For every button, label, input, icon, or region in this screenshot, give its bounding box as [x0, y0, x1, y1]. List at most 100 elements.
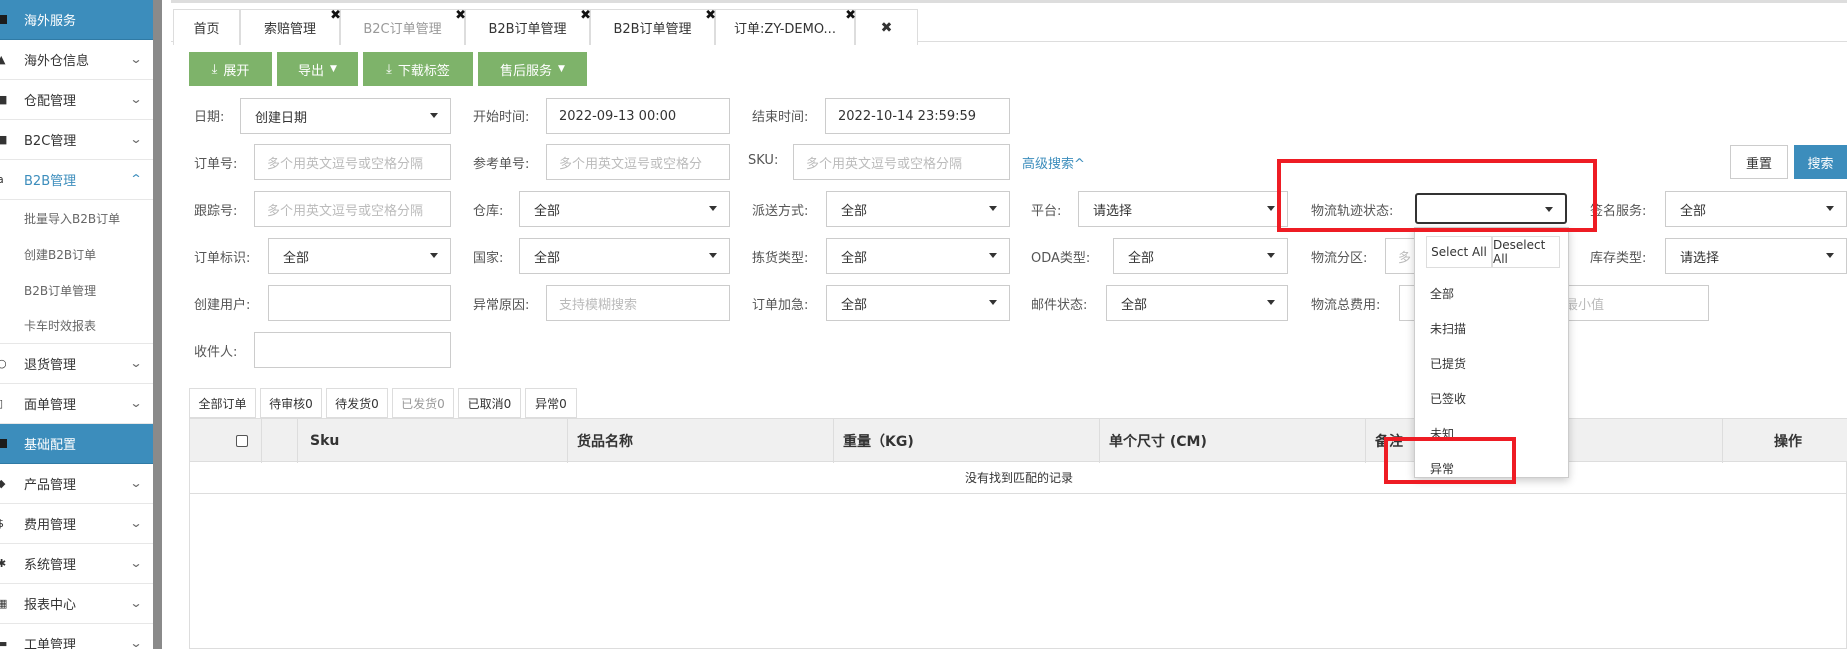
tab-b2c-orders[interactable]: B2C订单管理 ✖ — [340, 8, 466, 45]
header-product-name[interactable]: 货品名称 — [577, 419, 633, 463]
sku-input[interactable]: 多个用英文逗号或空格分隔 — [793, 144, 1010, 180]
start-time-input[interactable]: 2022-09-13 00:00 — [546, 98, 730, 134]
sidebar-item-products[interactable]: ◆ 产品管理 ⌄ — [0, 464, 153, 504]
export-button[interactable]: 导出 ▼ — [277, 52, 358, 86]
expand-button[interactable]: ⤓ 展开 — [189, 52, 272, 86]
sidebar-subitem-label: B2B订单管理 — [24, 283, 97, 298]
sidebar-item-reports[interactable]: ▦ 报表中心 ⌄ — [0, 584, 153, 624]
sidebar-item-label: 产品管理 — [24, 478, 77, 493]
sidebar-subitem-create-b2b[interactable]: 创建B2B订单 — [0, 236, 153, 272]
sidebar-item-b2b[interactable]: a B2B管理 ⌃ — [0, 160, 153, 200]
empty-text: 没有找到匹配的记录 — [964, 471, 1073, 485]
search-button[interactable]: 搜索 — [1794, 145, 1847, 179]
sidebar-item-returns[interactable]: ○ 退货管理 ⌄ — [0, 344, 153, 384]
select-all-checkbox[interactable] — [236, 419, 248, 463]
sidebar-item-tickets[interactable]: ▬ 工单管理 ⌄ — [0, 624, 153, 649]
sidebar-subitem-import-b2b[interactable]: 批量导入B2B订单 — [0, 200, 153, 236]
chevron-down-icon: ⌄ — [129, 636, 143, 649]
caret-down-icon — [709, 253, 717, 258]
sign-service-select[interactable]: 全部 — [1665, 191, 1847, 227]
caret-down-icon — [430, 253, 438, 258]
tab-label: B2B订单管理 — [613, 22, 692, 37]
select-all-button[interactable]: Select All — [1426, 236, 1492, 268]
header-sku[interactable]: Sku — [310, 419, 339, 463]
caret-down-icon — [1267, 206, 1275, 211]
tab-pending-shipment[interactable]: 待发货0 — [326, 388, 388, 418]
mail-status-select[interactable]: 全部 — [1106, 285, 1288, 321]
tab-exception[interactable]: 异常0 — [525, 388, 577, 418]
after-sales-button[interactable]: 售后服务 ▼ — [478, 52, 587, 86]
country-label: 国家: — [473, 251, 504, 266]
exception-reason-input[interactable]: 支持模糊搜索 — [546, 285, 730, 321]
deselect-all-button[interactable]: Deselect All — [1492, 236, 1560, 268]
close-all-tabs-button[interactable]: ✖ — [855, 9, 918, 45]
sidebar-item-system[interactable]: ✱ 系统管理 ⌄ — [0, 544, 153, 584]
tab-b2b-orders[interactable]: B2B订单管理 ✖ — [465, 8, 591, 45]
chevron-down-icon: ⌄ — [129, 556, 143, 570]
tab-claims[interactable]: 索赔管理 ✖ — [240, 8, 341, 45]
order-flag-label: 订单标识: — [194, 251, 251, 266]
sidebar-item-b2c[interactable]: ■ B2C管理 ⌄ — [0, 120, 153, 160]
table-header: Sku 货品名称 重量（KG) 单个尺寸 (CM) 备注 操作 — [190, 418, 1847, 463]
tab-order-detail[interactable]: 订单:ZY-DEMO... ✖ — [715, 8, 856, 45]
sidebar-section-overseas[interactable]: 海外服务 — [0, 0, 153, 40]
sidebar-item-label: 海外仓信息 — [24, 54, 90, 69]
sidebar-item-fulfillment[interactable]: ■ 仓配管理 ⌄ — [0, 80, 153, 120]
sidebar-subitem-truck-report[interactable]: 卡车时效报表 — [0, 308, 153, 344]
reset-button-label: 重置 — [1745, 156, 1772, 172]
tab-all-orders[interactable]: 全部订单 — [189, 388, 256, 418]
ref-no-input[interactable]: 多个用英文逗号或空格分 — [546, 144, 730, 180]
option-not-scanned[interactable]: 未扫描 — [1430, 320, 1466, 337]
caret-down-icon — [1267, 300, 1275, 305]
sidebar-item-fees[interactable]: $ 费用管理 ⌄ — [0, 504, 153, 544]
sidebar-item-label: 工单管理 — [24, 638, 77, 649]
urgent-select[interactable]: 全部 — [826, 285, 1010, 321]
tab-shipped[interactable]: 已发货0 — [392, 388, 454, 418]
date-type-select[interactable]: 创建日期 — [240, 98, 451, 134]
receiver-input[interactable] — [254, 332, 451, 368]
delivery-select[interactable]: 全部 — [826, 191, 1010, 227]
tab-pending-review[interactable]: 待审核0 — [260, 388, 322, 418]
tab-home[interactable]: 首页 — [173, 9, 240, 45]
column-divider — [1099, 419, 1100, 463]
sidebar-section-basic[interactable]: 基础配置 — [0, 424, 153, 464]
creator-input[interactable] — [268, 285, 451, 321]
tab-cancelled[interactable]: 已取消0 — [458, 388, 521, 418]
option-all[interactable]: 全部 — [1430, 285, 1454, 302]
option-signed[interactable]: 已签收 — [1430, 390, 1466, 407]
sidebar-item-labels[interactable]: ▯ 面单管理 ⌄ — [0, 384, 153, 424]
exception-reason-label: 异常原因: — [473, 298, 530, 313]
sidebar-item-label: 报表中心 — [24, 598, 77, 613]
header-weight[interactable]: 重量（KG) — [843, 419, 914, 463]
warehouse-select[interactable]: 全部 — [519, 191, 730, 227]
order-no-input[interactable]: 多个用英文逗号或空格分隔 — [254, 144, 451, 180]
mail-status-label: 邮件状态: — [1031, 298, 1088, 313]
pick-type-select[interactable]: 全部 — [826, 238, 1010, 274]
platform-select[interactable]: 请选择 — [1078, 191, 1288, 227]
total-fee-min-placeholder: 最小值 — [1565, 297, 1605, 313]
caret-down-icon — [989, 253, 997, 258]
stock-type-value: 请选择 — [1680, 250, 1720, 266]
oda-type-select[interactable]: 全部 — [1113, 238, 1288, 274]
reset-button[interactable]: 重置 — [1730, 145, 1788, 179]
sidebar-item-warehouse-info[interactable]: ▲ 海外仓信息 ⌄ — [0, 40, 153, 80]
chevron-down-icon: ⌄ — [129, 356, 143, 370]
tab-b2b-orders-2[interactable]: B2B订单管理 ✖ — [590, 8, 716, 45]
grid-icon: ■ — [0, 94, 7, 106]
sign-service-value: 全部 — [1680, 203, 1707, 219]
total-fee-min-input[interactable]: 最小值 — [1552, 285, 1709, 321]
highlight-box-status-field — [1277, 159, 1597, 232]
order-flag-select[interactable]: 全部 — [268, 238, 451, 274]
country-select[interactable]: 全部 — [519, 238, 730, 274]
sidebar-subitem-b2b-orders[interactable]: B2B订单管理 — [0, 272, 153, 308]
advanced-search-link[interactable]: 高级搜索^ — [1022, 153, 1085, 172]
download-label-button[interactable]: ⤓ 下载标签 — [363, 52, 473, 86]
menu-square-icon — [0, 15, 7, 24]
tracking-label: 跟踪号: — [194, 204, 238, 219]
sku-placeholder: 多个用英文逗号或空格分隔 — [806, 156, 963, 172]
option-picked-up[interactable]: 已提货 — [1430, 355, 1466, 372]
header-size[interactable]: 单个尺寸 (CM) — [1109, 419, 1207, 463]
stock-type-select[interactable]: 请选择 — [1665, 238, 1847, 274]
tracking-input[interactable]: 多个用英文逗号或空格分隔 — [254, 191, 451, 227]
end-time-input[interactable]: 2022-10-14 23:59:59 — [825, 98, 1010, 134]
